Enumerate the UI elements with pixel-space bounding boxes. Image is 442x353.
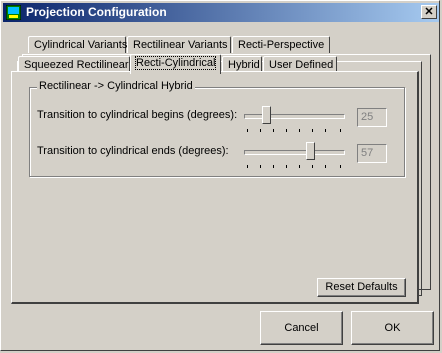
ends-label: Transition to cylindrical ends (degrees)… bbox=[37, 145, 229, 157]
close-button[interactable]: ✕ bbox=[421, 5, 437, 19]
cancel-button[interactable]: Cancel bbox=[260, 311, 343, 345]
ends-slider-ticks bbox=[247, 165, 341, 169]
ends-value-field[interactable]: 57 bbox=[357, 144, 387, 163]
ok-button[interactable]: OK bbox=[351, 311, 434, 345]
app-icon bbox=[6, 5, 21, 20]
dialog-window: Projection Configuration ✕ Cylindrical V… bbox=[0, 0, 440, 351]
begins-slider-thumb[interactable] bbox=[262, 106, 271, 124]
ends-slider-thumb[interactable] bbox=[306, 142, 315, 160]
tab-recti-perspective[interactable]: Recti-Perspective bbox=[232, 36, 330, 53]
tab-cylindrical-variants[interactable]: Cylindrical Variants bbox=[28, 36, 127, 53]
ends-slider-track[interactable] bbox=[244, 150, 345, 155]
begins-label: Transition to cylindrical begins (degree… bbox=[37, 109, 238, 121]
begins-slider-track[interactable] bbox=[244, 114, 345, 119]
close-icon: ✕ bbox=[424, 6, 434, 18]
tab-recti-cylindrical[interactable]: Recti-Cylindrical bbox=[130, 54, 221, 74]
window-title: Projection Configuration bbox=[26, 5, 167, 19]
reset-defaults-button[interactable]: Reset Defaults bbox=[317, 278, 406, 297]
tab-rectilinear-variants[interactable]: Rectilinear Variants bbox=[127, 36, 231, 53]
groupbox-label: Rectilinear -> Cylindrical Hybrid bbox=[37, 80, 195, 92]
begins-slider-ticks bbox=[247, 129, 341, 133]
title-bar[interactable]: Projection Configuration ✕ bbox=[3, 3, 439, 22]
begins-value-field[interactable]: 25 bbox=[357, 108, 387, 127]
hybrid-groupbox bbox=[29, 87, 405, 177]
